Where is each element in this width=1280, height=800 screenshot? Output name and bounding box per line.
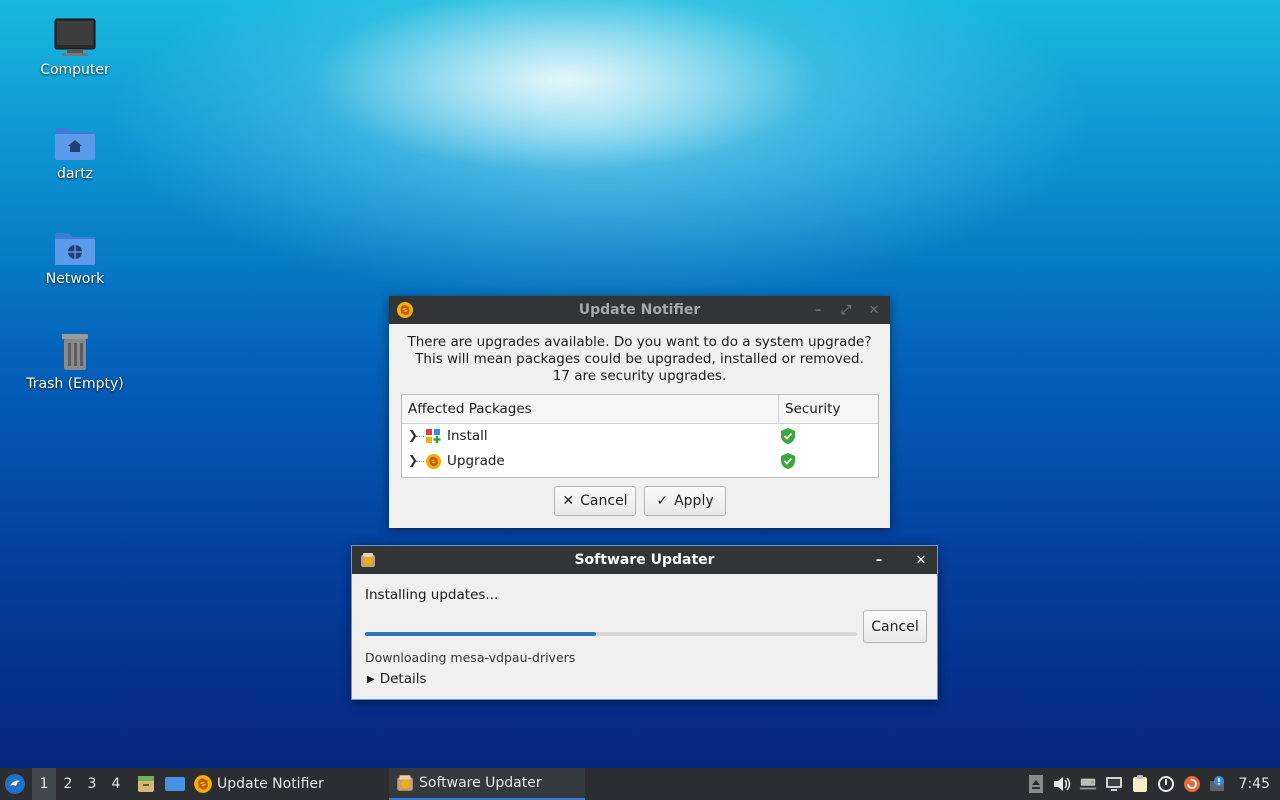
- home-folder-icon: [55, 128, 95, 160]
- details-label: Details: [379, 671, 427, 687]
- message-line: There are upgrades available. Do you wan…: [407, 334, 872, 350]
- row-label: Install: [447, 428, 488, 444]
- desktop-icon: [165, 777, 185, 791]
- display-icon[interactable]: [1105, 775, 1123, 793]
- desktop-icon-label: Trash (Empty): [26, 376, 124, 392]
- eject-icon[interactable]: [1027, 775, 1045, 793]
- file-manager-launcher[interactable]: [136, 774, 156, 794]
- lubuntu-logo-icon: [5, 774, 25, 794]
- progress-fill: [365, 632, 597, 636]
- triangle-right-icon: ▶: [367, 673, 375, 685]
- file-cabinet-icon: [138, 776, 154, 792]
- table-header: Affected Packages Security: [402, 395, 878, 424]
- task-update-notifier[interactable]: Update Notifier: [193, 768, 383, 800]
- window-title: Update Notifier: [578, 302, 701, 318]
- table-row-install[interactable]: ❯ Install: [402, 424, 878, 449]
- close-icon[interactable]: ✕: [866, 302, 882, 318]
- clipboard-icon[interactable]: [1131, 775, 1149, 793]
- workspace-2[interactable]: 2: [56, 768, 80, 800]
- details-expander[interactable]: ▶ Details: [367, 671, 427, 687]
- system-tray: 7:45: [1027, 768, 1280, 800]
- install-package-icon: [425, 428, 441, 448]
- update-icon: [194, 775, 212, 793]
- row-label: Upgrade: [447, 453, 505, 469]
- minimize-icon[interactable]: –: [810, 302, 826, 318]
- task-software-updater[interactable]: Software Updater: [389, 768, 585, 800]
- update-icon: [396, 301, 414, 323]
- task-label: Software Updater: [419, 775, 542, 791]
- message-line: This will mean packages could be upgrade…: [415, 351, 864, 367]
- security-shield-icon: [780, 452, 796, 474]
- desktop-icon-computer[interactable]: Computer: [15, 18, 135, 78]
- window-title: Software Updater: [574, 552, 715, 568]
- workspace-1[interactable]: 1: [32, 768, 56, 800]
- network-folder-icon: [55, 233, 95, 265]
- workspace-3[interactable]: 3: [80, 768, 104, 800]
- desktop-icon-label: Computer: [40, 62, 110, 78]
- network-wired-icon[interactable]: [1079, 775, 1097, 793]
- notification-icon[interactable]: [1209, 775, 1227, 793]
- monitor-icon: [54, 18, 96, 56]
- desktop-icon-trash[interactable]: Trash (Empty): [15, 332, 135, 392]
- update-notifier-window: Update Notifier – ⤢ ✕ There are upgrades…: [389, 296, 890, 528]
- close-icon[interactable]: ✕: [913, 552, 929, 568]
- cancel-button[interactable]: Cancel: [863, 610, 927, 643]
- button-label: Apply: [674, 493, 714, 509]
- start-menu-button[interactable]: [0, 768, 30, 800]
- table-row-upgrade[interactable]: ❯ Upgrade: [402, 449, 878, 474]
- upgrade-message: There are upgrades available. Do you wan…: [389, 324, 890, 385]
- apply-button[interactable]: ✓ Apply: [644, 486, 726, 516]
- install-status: Installing updates...: [365, 587, 499, 603]
- button-label: Cancel: [580, 493, 628, 509]
- workspace-4[interactable]: 4: [104, 768, 128, 800]
- taskbar: 1 2 3 4 Update Notifier Software Updater: [0, 768, 1280, 800]
- progress-bar: [365, 632, 857, 636]
- security-shield-icon: [780, 427, 796, 449]
- desktop-icon-home-folder[interactable]: dartz: [15, 122, 135, 182]
- download-status: Downloading mesa-vdpau-drivers: [365, 650, 576, 665]
- software-updater-icon: [397, 775, 413, 791]
- update-notifier-titlebar[interactable]: Update Notifier – ⤢ ✕: [389, 296, 890, 324]
- task-label: Update Notifier: [217, 776, 324, 792]
- software-updater-titlebar[interactable]: Software Updater – ✕: [352, 546, 937, 574]
- maximize-icon[interactable]: ⤢: [838, 302, 854, 318]
- affected-packages-table: Affected Packages Security ❯ Install ❯ U…: [401, 394, 879, 478]
- desktop-icon-label: dartz: [56, 166, 94, 182]
- software-updater-window: Software Updater – ✕ Installing updates.…: [351, 545, 938, 700]
- power-manager-icon[interactable]: [1157, 775, 1175, 793]
- desktop-icon-label: Network: [45, 271, 105, 287]
- upgrade-package-icon: [425, 453, 442, 474]
- cancel-button[interactable]: ✕ Cancel: [554, 486, 636, 516]
- column-header-packages[interactable]: Affected Packages: [402, 395, 779, 423]
- button-label: Cancel: [871, 618, 919, 635]
- trash-icon: [62, 334, 88, 370]
- volume-icon[interactable]: [1053, 775, 1071, 793]
- close-icon: ✕: [562, 493, 575, 509]
- minimize-icon[interactable]: –: [871, 552, 887, 568]
- clock[interactable]: 7:45: [1239, 776, 1270, 792]
- software-updater-icon: [359, 551, 377, 573]
- update-available-icon[interactable]: [1183, 775, 1201, 793]
- show-desktop-launcher[interactable]: [164, 774, 186, 794]
- desktop-icon-network[interactable]: Network: [15, 227, 135, 287]
- column-header-security[interactable]: Security: [779, 395, 840, 423]
- message-line: 17 are security upgrades.: [552, 368, 727, 384]
- check-icon: ✓: [656, 493, 669, 509]
